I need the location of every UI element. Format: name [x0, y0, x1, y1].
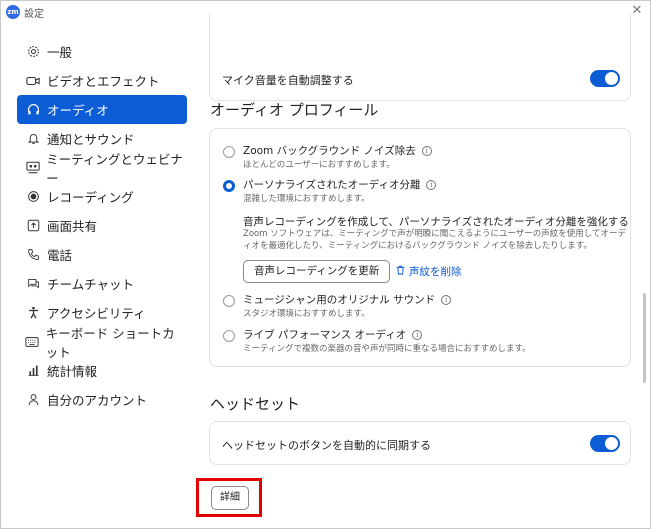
sidebar-item-label: 通知とサウンド [47, 132, 135, 147]
audio-settings-panel: マイク音量を自動調整する オーディオ プロフィール Zoom バックグラウンド … [198, 13, 642, 523]
headphones-icon [25, 102, 41, 118]
auto-adjust-label: マイク音量を自動調整する [222, 74, 354, 87]
option-title: Zoom バックグラウンド ノイズ除去 i [243, 143, 432, 158]
radio-noise-suppression[interactable] [223, 146, 235, 158]
update-voice-recording-button[interactable]: 音声レコーディングを更新 [243, 260, 391, 283]
option-subtitle: ミーティングで複数の楽器の音や声が同時に重なる場合におすすめします。 [243, 344, 531, 354]
sidebar-item-label: チームチャット [47, 277, 135, 292]
audio-profile-heading: オーディオ プロフィール [210, 101, 379, 119]
sidebar-item-label: レコーディング [47, 190, 134, 205]
headset-card: ヘッドセットのボタンを自動的に同期する [209, 421, 631, 465]
sidebar-item-screen-share[interactable]: 画面共有 [17, 211, 187, 240]
screen-share-icon [25, 218, 41, 234]
accessibility-icon [25, 305, 41, 321]
zoom-logo-icon: zm [6, 5, 20, 19]
headset-sync-label: ヘッドセットのボタンを自動的に同期する [222, 439, 431, 452]
sidebar-item-statistics[interactable]: 統計情報 [17, 356, 187, 385]
info-icon[interactable]: i [441, 295, 452, 305]
sidebar-item-keyboard-shortcuts[interactable]: キーボード ショートカット [17, 326, 187, 360]
sidebar-item-label: 統計情報 [47, 364, 98, 379]
delete-voiceprint-link[interactable]: 声紋を削除 [396, 264, 462, 279]
mic-settings-card: マイク音量を自動調整する [209, 13, 631, 101]
detail-button[interactable]: 詳細 [211, 486, 249, 510]
radio-live-performance[interactable] [223, 330, 235, 342]
video-camera-icon [25, 73, 41, 89]
option-subtitle: スタジオ環境におすすめします。 [243, 309, 370, 319]
sidebar-item-label: 自分のアカウント [47, 393, 148, 408]
sidebar-item-audio[interactable]: オーディオ [17, 95, 187, 124]
window-title: 設定 [24, 9, 44, 20]
sidebar-item-video[interactable]: ビデオとエフェクト [17, 66, 187, 95]
settings-window: zm 設定 ✕ 一般 ビデオとエフェクト オーディオ 通知とサウンド ミーティン… [0, 0, 651, 529]
voice-recording-description: Zoom ソフトウェアは、ミーティングで声が明瞭に聞こえるようにユーザーの声紋を… [243, 229, 627, 251]
sidebar-item-general[interactable]: 一般 [17, 37, 187, 66]
record-icon [25, 189, 41, 205]
bell-icon [25, 131, 41, 147]
scrollbar[interactable] [642, 23, 648, 523]
sidebar-item-meetings[interactable]: ミーティングとウェビナー [17, 152, 187, 186]
settings-sidebar: 一般 ビデオとエフェクト オーディオ 通知とサウンド ミーティングとウェビナー [17, 37, 187, 414]
sidebar-item-label: 画面共有 [47, 219, 98, 234]
option-subtitle: ほとんどのユーザーにおすすめします。 [243, 160, 395, 170]
sidebar-item-label: 電話 [47, 248, 73, 263]
gear-icon [25, 44, 41, 60]
radio-personalized-isolation[interactable] [223, 180, 235, 192]
sidebar-item-account[interactable]: 自分のアカウント [17, 385, 187, 414]
option-title: ミュージシャン用のオリジナル サウンド i [243, 292, 452, 307]
auto-adjust-toggle[interactable] [590, 70, 620, 87]
sidebar-item-label: ミーティングとウェビナー [46, 151, 183, 186]
scrollbar-thumb[interactable] [643, 293, 646, 383]
headset-sync-toggle[interactable] [590, 435, 620, 452]
statistics-icon [25, 363, 41, 379]
radio-original-sound[interactable] [223, 295, 235, 307]
account-icon [25, 392, 41, 408]
close-icon[interactable]: ✕ [630, 3, 644, 19]
option-subtitle: 混雑した環境におすすめします。 [243, 194, 370, 204]
trash-icon [396, 265, 405, 278]
sidebar-item-label: オーディオ [47, 103, 109, 118]
chat-icon [25, 276, 41, 292]
phone-icon [25, 247, 41, 263]
sidebar-item-recording[interactable]: レコーディング [17, 182, 187, 211]
option-title: ライブ パフォーマンス オーディオ i [243, 327, 423, 342]
headset-heading: ヘッドセット [210, 395, 301, 413]
sidebar-item-team-chat[interactable]: チームチャット [17, 269, 187, 298]
info-icon[interactable]: i [426, 180, 437, 190]
meeting-icon [25, 160, 40, 176]
audio-profile-card: Zoom バックグラウンド ノイズ除去 i ほとんどのユーザーにおすすめします。 … [209, 128, 631, 367]
keyboard-icon [25, 334, 40, 350]
sidebar-item-label: アクセシビリティ [47, 306, 146, 321]
voice-recording-heading: 音声レコーディングを作成して、パーソナライズされたオーディオ分離を強化する [243, 216, 629, 228]
info-icon[interactable]: i [412, 330, 423, 340]
sidebar-item-label: ビデオとエフェクト [47, 74, 160, 89]
info-icon[interactable]: i [421, 146, 432, 156]
sidebar-item-phone[interactable]: 電話 [17, 240, 187, 269]
sidebar-item-label: 一般 [47, 45, 73, 60]
sidebar-item-label: キーボード ショートカット [45, 325, 175, 360]
option-title: パーソナライズされたオーディオ分離 i [243, 177, 437, 192]
